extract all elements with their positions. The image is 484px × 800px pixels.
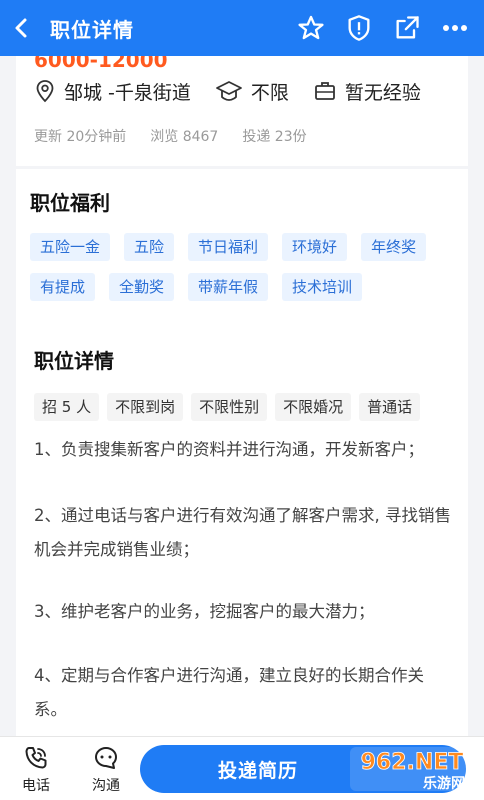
report-button[interactable] bbox=[344, 13, 374, 43]
more-icon bbox=[443, 25, 467, 31]
benefit-tag: 五险一金 bbox=[30, 233, 111, 261]
experience-text: 暂无经验 bbox=[344, 81, 421, 104]
education-text: 不限 bbox=[250, 81, 289, 104]
report-icon bbox=[348, 15, 370, 41]
salary: 6000-12000 bbox=[34, 56, 168, 72]
scroll-content[interactable]: 6000-12000 邹城 -千泉街道 不限 暂无经验 更新 20分钟前 浏览 … bbox=[0, 56, 484, 736]
view-count: 浏览 8467 bbox=[150, 129, 219, 145]
watermark-text-top: 962.NET bbox=[361, 750, 464, 775]
description-line-3: 3、维护老客户的业务，挖掘客户的最大潜力； bbox=[34, 602, 375, 621]
watermark-logo: 962.NET 乐游网 bbox=[350, 747, 476, 792]
chat-icon bbox=[95, 747, 117, 769]
benefits-row-2: 有提成 全勤奖 带薪年假 技术培训 bbox=[30, 273, 376, 301]
back-button[interactable] bbox=[0, 0, 44, 56]
education-item: 不限 bbox=[215, 78, 289, 105]
benefit-tag: 技术培训 bbox=[282, 273, 363, 301]
benefit-tag: 年终奖 bbox=[361, 233, 427, 261]
share-icon bbox=[396, 16, 419, 39]
briefcase-icon bbox=[315, 82, 335, 100]
description-line-1: 1、负责搜集新客户的资料并进行沟通，开发新客户； bbox=[34, 440, 424, 459]
star-icon bbox=[298, 15, 324, 40]
page-title: 职位详情 bbox=[50, 17, 134, 42]
apply-label: 投递简历 bbox=[217, 759, 298, 782]
requirement-tag: 不限到岗 bbox=[107, 393, 184, 421]
more-button[interactable] bbox=[440, 13, 470, 43]
benefits-title: 职位福利 bbox=[30, 191, 110, 215]
requirements-row: 招 5 人 不限到岗 不限性别 不限婚况 普通话 bbox=[34, 393, 428, 421]
chat-button[interactable]: 沟通 bbox=[82, 745, 130, 795]
back-arrow-icon bbox=[15, 18, 27, 38]
job-meta-row: 邹城 -千泉街道 不限 暂无经验 bbox=[34, 76, 445, 106]
benefit-tag: 五险 bbox=[124, 233, 175, 261]
phone-label: 电话 bbox=[22, 778, 50, 794]
job-detail-page: 职位详情 6000-12000 邹城 -千泉街道 不限 暂无经验 更新 20分钟… bbox=[0, 0, 484, 800]
location-pin-icon bbox=[36, 80, 54, 103]
share-button[interactable] bbox=[392, 13, 422, 43]
benefit-tag: 节日福利 bbox=[188, 233, 269, 261]
job-stats-row: 更新 20分钟前 浏览 8467 投递 23份 bbox=[34, 126, 331, 146]
benefit-tag: 全勤奖 bbox=[109, 273, 175, 301]
chat-label: 沟通 bbox=[92, 778, 120, 794]
job-summary-card: 6000-12000 邹城 -千泉街道 不限 暂无经验 更新 20分钟前 浏览 … bbox=[16, 56, 468, 166]
watermark-text-bottom: 乐游网 bbox=[423, 775, 465, 792]
top-actions bbox=[296, 13, 484, 43]
graduation-cap-icon bbox=[216, 81, 242, 101]
benefits-row-1: 五险一金 五险 节日福利 环境好 年终奖 bbox=[30, 233, 440, 261]
benefit-tag: 带薪年假 bbox=[188, 273, 269, 301]
details-title: 职位详情 bbox=[34, 349, 114, 373]
experience-item: 暂无经验 bbox=[313, 78, 421, 105]
updated-time: 更新 20分钟前 bbox=[34, 129, 127, 145]
requirement-tag: 普通话 bbox=[359, 393, 421, 421]
phone-button[interactable]: 电话 bbox=[12, 745, 60, 795]
location-text: 邹城 -千泉街道 bbox=[64, 81, 191, 104]
favorite-button[interactable] bbox=[296, 13, 326, 43]
application-count: 投递 23份 bbox=[242, 129, 307, 145]
description-line-4: 4、定期与合作客户进行沟通，建立良好的长期合作关系。 bbox=[34, 666, 424, 719]
requirement-tag: 招 5 人 bbox=[34, 393, 100, 421]
requirement-tag: 不限婚况 bbox=[275, 393, 352, 421]
location-item: 邹城 -千泉街道 bbox=[34, 78, 191, 105]
benefit-tag: 环境好 bbox=[282, 233, 348, 261]
benefit-tag: 有提成 bbox=[30, 273, 96, 301]
top-app-bar: 职位详情 bbox=[0, 0, 484, 56]
phone-icon bbox=[25, 747, 47, 769]
job-detail-card: 职位福利 五险一金 五险 节日福利 环境好 年终奖 有提成 全勤奖 带薪年假 技… bbox=[16, 169, 468, 736]
requirement-tag: 不限性别 bbox=[191, 393, 268, 421]
description-line-2: 2、通过电话与客户进行有效沟通了解客户需求, 寻找销售机会并完成销售业绩； bbox=[34, 506, 451, 559]
